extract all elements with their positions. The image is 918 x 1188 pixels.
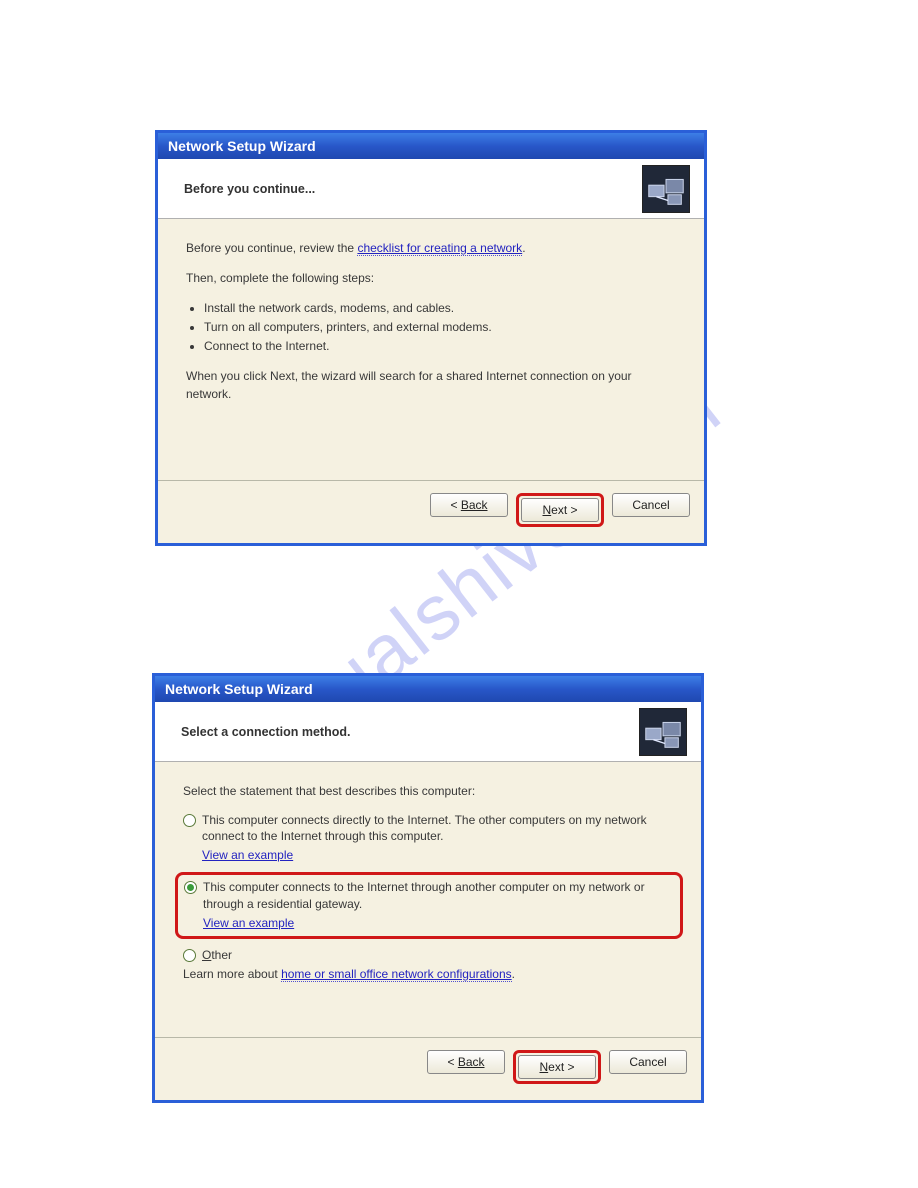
option-other[interactable]: Other (183, 947, 673, 963)
radio-icon[interactable] (183, 814, 196, 827)
titlebar: Network Setup Wizard (158, 133, 704, 159)
option-direct-label: This computer connects directly to the I… (202, 812, 673, 844)
intro-suffix: . (522, 241, 525, 255)
dialog-body: Select the statement that best describes… (155, 762, 701, 1005)
radio-icon[interactable] (183, 949, 196, 962)
window-title: Network Setup Wizard (168, 138, 316, 154)
learn-prefix: Learn more about (183, 967, 281, 981)
cancel-button[interactable]: Cancel (609, 1050, 687, 1074)
titlebar: Network Setup Wizard (155, 676, 701, 702)
network-icon (642, 165, 690, 213)
cancel-button[interactable]: Cancel (612, 493, 690, 517)
next-button[interactable]: Next > (521, 498, 599, 522)
learn-more-link[interactable]: home or small office network configurati… (281, 967, 512, 982)
step-item: Install the network cards, modems, and c… (204, 299, 676, 317)
intro-line: Before you continue, review the checklis… (186, 239, 676, 257)
step-item: Turn on all computers, printers, and ext… (204, 318, 676, 336)
view-example-link[interactable]: View an example (202, 846, 673, 864)
next-button-highlight: Next > (516, 493, 604, 527)
option-other-label: Other (202, 947, 673, 963)
dialog-footer: < Back Next > Cancel (155, 1037, 701, 1090)
next-button[interactable]: Next > (518, 1055, 596, 1079)
dialog-footer: < Back Next > Cancel (158, 480, 704, 533)
wizard-dialog-before-continue: Network Setup Wizard Before you continue… (155, 130, 707, 546)
dialog-body: Before you continue, review the checklis… (158, 219, 704, 425)
view-example-link[interactable]: View an example (203, 914, 674, 932)
intro-prefix: Before you continue, review the (186, 241, 357, 255)
header-title: Before you continue... (184, 182, 315, 196)
back-button[interactable]: < Back (427, 1050, 505, 1074)
then-line: Then, complete the following steps: (186, 269, 676, 287)
window-title: Network Setup Wizard (165, 681, 313, 697)
option-gateway-highlight: This computer connects to the Internet t… (175, 872, 683, 938)
note-line: When you click Next, the wizard will sea… (186, 367, 676, 403)
radio-icon[interactable] (184, 881, 197, 894)
step-item: Connect to the Internet. (204, 337, 676, 355)
learn-suffix: . (512, 967, 515, 981)
steps-list: Install the network cards, modems, and c… (186, 299, 676, 355)
prompt-text: Select the statement that best describes… (183, 782, 673, 800)
checklist-link[interactable]: checklist for creating a network (357, 241, 522, 256)
wizard-dialog-connection-method: Network Setup Wizard Select a connection… (152, 673, 704, 1103)
network-icon (639, 708, 687, 756)
option-gateway[interactable]: This computer connects to the Internet t… (184, 879, 674, 911)
header-title: Select a connection method. (181, 725, 350, 739)
dialog-header: Before you continue... (158, 159, 704, 219)
next-button-highlight: Next > (513, 1050, 601, 1084)
dialog-header: Select a connection method. (155, 702, 701, 762)
back-button[interactable]: < Back (430, 493, 508, 517)
option-direct[interactable]: This computer connects directly to the I… (183, 812, 673, 844)
option-gateway-label: This computer connects to the Internet t… (203, 879, 674, 911)
learn-more-line: Learn more about home or small office ne… (183, 965, 673, 983)
